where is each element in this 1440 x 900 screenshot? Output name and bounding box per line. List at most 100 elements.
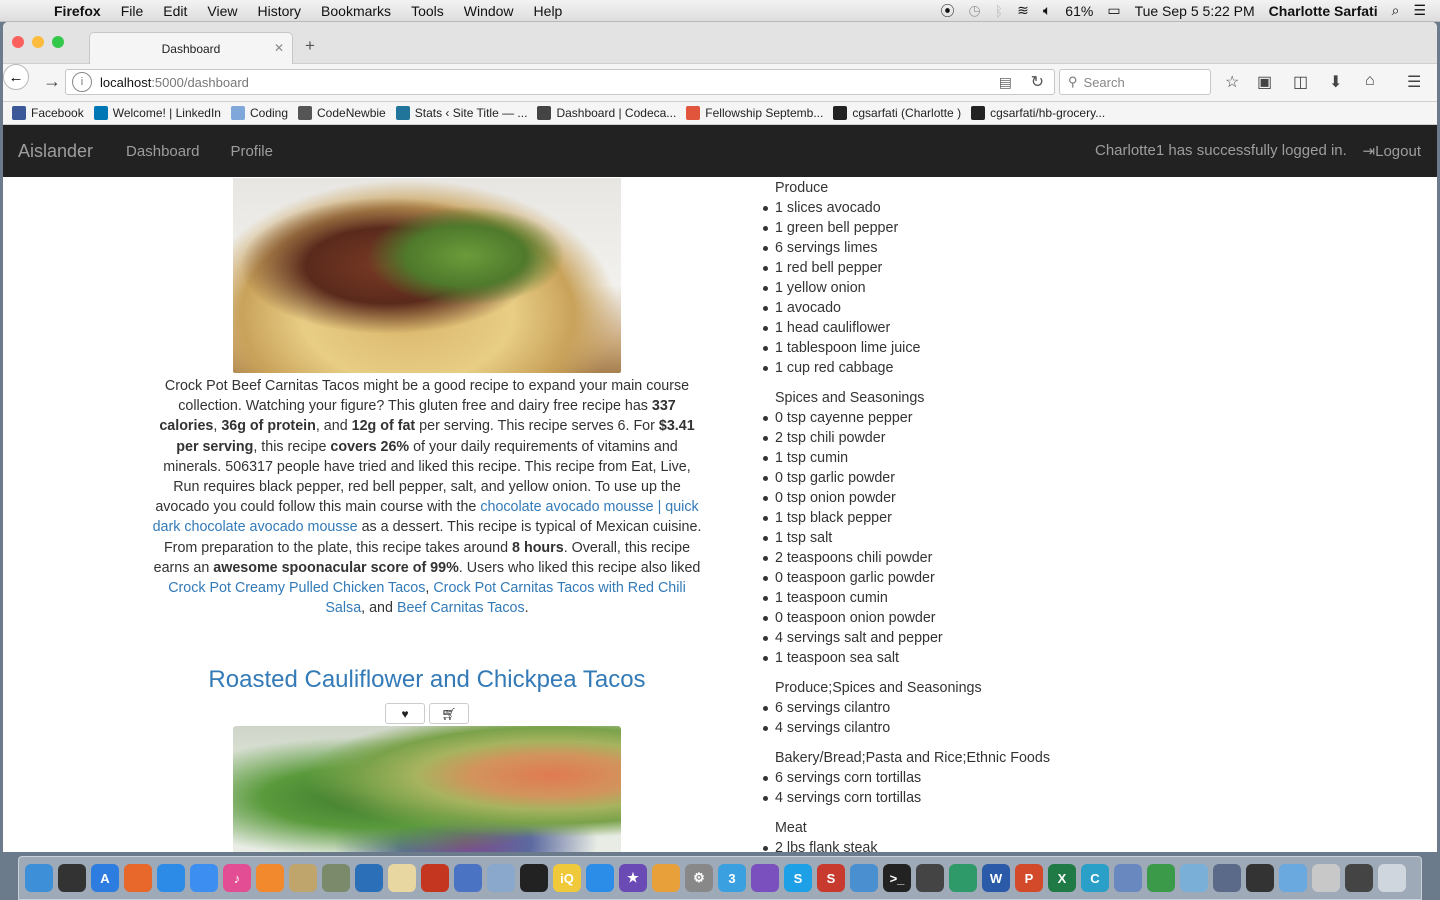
related-recipe-link[interactable]: Beef Carnitas Tacos	[397, 600, 525, 616]
recipe-title[interactable]: Roasted Cauliflower and Chickpea Tacos	[151, 666, 703, 694]
menu-tools[interactable]: Tools	[411, 3, 444, 19]
grapher-icon[interactable]	[1213, 864, 1241, 892]
mail-icon[interactable]	[487, 864, 515, 892]
tab-dashboard[interactable]: Dashboard ✕	[89, 32, 293, 64]
dropbox-icon[interactable]	[586, 864, 614, 892]
bookmark-star-icon[interactable]: ☆	[1225, 72, 1239, 92]
battery-percent[interactable]: 61%	[1065, 3, 1093, 19]
finder-icon[interactable]	[25, 864, 53, 892]
bookmark-label: Fellowship Septemb...	[705, 106, 824, 120]
folder-icon[interactable]	[1279, 864, 1307, 892]
excel-icon[interactable]: X	[1048, 864, 1076, 892]
brand-link[interactable]: Aislander	[18, 141, 93, 162]
library-icon[interactable]: ▣	[1257, 72, 1272, 92]
bluetooth-icon[interactable]: ᛒ	[995, 3, 1003, 19]
info-icon[interactable]: i	[72, 72, 92, 92]
keynote-icon[interactable]	[1114, 864, 1142, 892]
menu-edit[interactable]: Edit	[163, 3, 187, 19]
trash-icon[interactable]	[1378, 864, 1406, 892]
iq-icon[interactable]: iQ	[553, 864, 581, 892]
menu-history[interactable]: History	[257, 3, 301, 19]
wifi-icon[interactable]: ≋	[1017, 2, 1029, 19]
safari-icon[interactable]	[157, 864, 185, 892]
time-machine-icon[interactable]: ◷	[969, 2, 981, 19]
preview-icon[interactable]	[289, 864, 317, 892]
downloads-icon[interactable]: ⬇	[1329, 72, 1342, 92]
menu-help[interactable]: Help	[534, 3, 563, 19]
close-window-button[interactable]	[12, 36, 24, 48]
camino-icon[interactable]	[355, 864, 383, 892]
viber-icon[interactable]	[751, 864, 779, 892]
bookmark-item[interactable]: Facebook	[12, 106, 84, 120]
menu-bookmarks[interactable]: Bookmarks	[321, 3, 391, 19]
search-input[interactable]: ⚲ Search	[1059, 69, 1211, 95]
xcode-icon[interactable]	[454, 864, 482, 892]
scrivener-icon[interactable]: S	[817, 864, 845, 892]
forward-button[interactable]: →	[43, 71, 61, 92]
notes-icon[interactable]	[388, 864, 416, 892]
word-icon[interactable]: W	[982, 864, 1010, 892]
radiation-icon[interactable]	[520, 864, 548, 892]
ibooks-icon[interactable]	[256, 864, 284, 892]
add-to-cart-button[interactable]: 🛒︎	[429, 703, 469, 724]
console-icon[interactable]	[916, 864, 944, 892]
menu-file[interactable]: File	[121, 3, 144, 19]
skype-icon[interactable]: S	[784, 864, 812, 892]
launchpad-icon[interactable]	[58, 864, 86, 892]
user-name[interactable]: Charlotte Sarfati	[1269, 3, 1378, 19]
bookmark-item[interactable]: CodeNewbie	[298, 106, 386, 120]
volume-icon[interactable]: 🔈︎	[1043, 2, 1051, 19]
related-recipe-link[interactable]: Crock Pot Creamy Pulled Chicken Tacos	[168, 580, 425, 596]
menu-app-name[interactable]: Firefox	[54, 3, 101, 19]
battery-icon[interactable]: ▭	[1107, 2, 1120, 19]
firefox-icon[interactable]	[124, 864, 152, 892]
menu-icon[interactable]: ☰	[1407, 72, 1421, 92]
bookmark-item[interactable]: cgsarfati/hb-grocery...	[971, 106, 1105, 120]
reload-icon[interactable]: ↻	[1031, 72, 1044, 92]
minimize-window-button[interactable]	[32, 36, 44, 48]
messages-icon[interactable]	[190, 864, 218, 892]
downloads-icon[interactable]	[1345, 864, 1373, 892]
back-button[interactable]: ←	[3, 64, 29, 90]
atom-icon[interactable]	[949, 864, 977, 892]
app-store-icon[interactable]: A	[91, 864, 119, 892]
system-preferences-icon[interactable]: ⚙	[685, 864, 713, 892]
c-app-icon[interactable]: C	[1081, 864, 1109, 892]
clock[interactable]: Tue Sep 5 5:22 PM	[1135, 3, 1255, 19]
printer-icon[interactable]	[1246, 864, 1274, 892]
preview-2-icon[interactable]	[1180, 864, 1208, 892]
close-tab-icon[interactable]: ✕	[274, 41, 284, 55]
menu-window[interactable]: Window	[464, 3, 514, 19]
url-bar[interactable]: i localhost:5000/dashboard ▤ ↻	[65, 69, 1055, 95]
numbers-icon[interactable]	[1147, 864, 1175, 892]
network-icon[interactable]	[850, 864, 878, 892]
nav-profile[interactable]: Profile	[230, 143, 273, 160]
imovie-icon[interactable]: ★	[619, 864, 647, 892]
terminal-icon[interactable]: >_	[883, 864, 911, 892]
bookmark-item[interactable]: Coding	[230, 106, 288, 120]
bookmark-item[interactable]: Fellowship Septemb...	[686, 106, 823, 120]
home-icon[interactable]: ⌂	[1365, 72, 1375, 90]
new-tab-button[interactable]: +	[305, 36, 315, 56]
reader-view-icon[interactable]: ▤	[999, 74, 1012, 91]
nav-dashboard[interactable]: Dashboard	[126, 143, 199, 160]
screen-record-icon[interactable]: ⦿	[941, 1, 955, 21]
bookmark-item[interactable]: Stats ‹ Site Title — ...	[395, 106, 527, 120]
pocket-icon[interactable]: ◫	[1293, 72, 1308, 92]
notification-center-icon[interactable]: ☰	[1413, 2, 1426, 19]
logout-link[interactable]: ⇥Logout	[1363, 142, 1421, 160]
photos-icon[interactable]	[652, 864, 680, 892]
documents-icon[interactable]	[1312, 864, 1340, 892]
photo-booth-icon[interactable]	[421, 864, 449, 892]
favorite-button[interactable]: ♥	[385, 703, 425, 724]
itunes-icon[interactable]: ♪	[223, 864, 251, 892]
powerpoint-icon[interactable]: P	[1015, 864, 1043, 892]
bookmark-item[interactable]: cgsarfati (Charlotte )	[833, 106, 961, 120]
zoom-window-button[interactable]	[52, 36, 64, 48]
spotlight-icon[interactable]: ⌕	[1392, 2, 1400, 19]
bookmark-item[interactable]: Dashboard | Codeca...	[537, 106, 676, 120]
bookmark-item[interactable]: Welcome! | LinkedIn	[93, 106, 221, 120]
app-3-icon[interactable]: 3	[718, 864, 746, 892]
photo-icon[interactable]	[322, 864, 350, 892]
menu-view[interactable]: View	[207, 3, 237, 19]
